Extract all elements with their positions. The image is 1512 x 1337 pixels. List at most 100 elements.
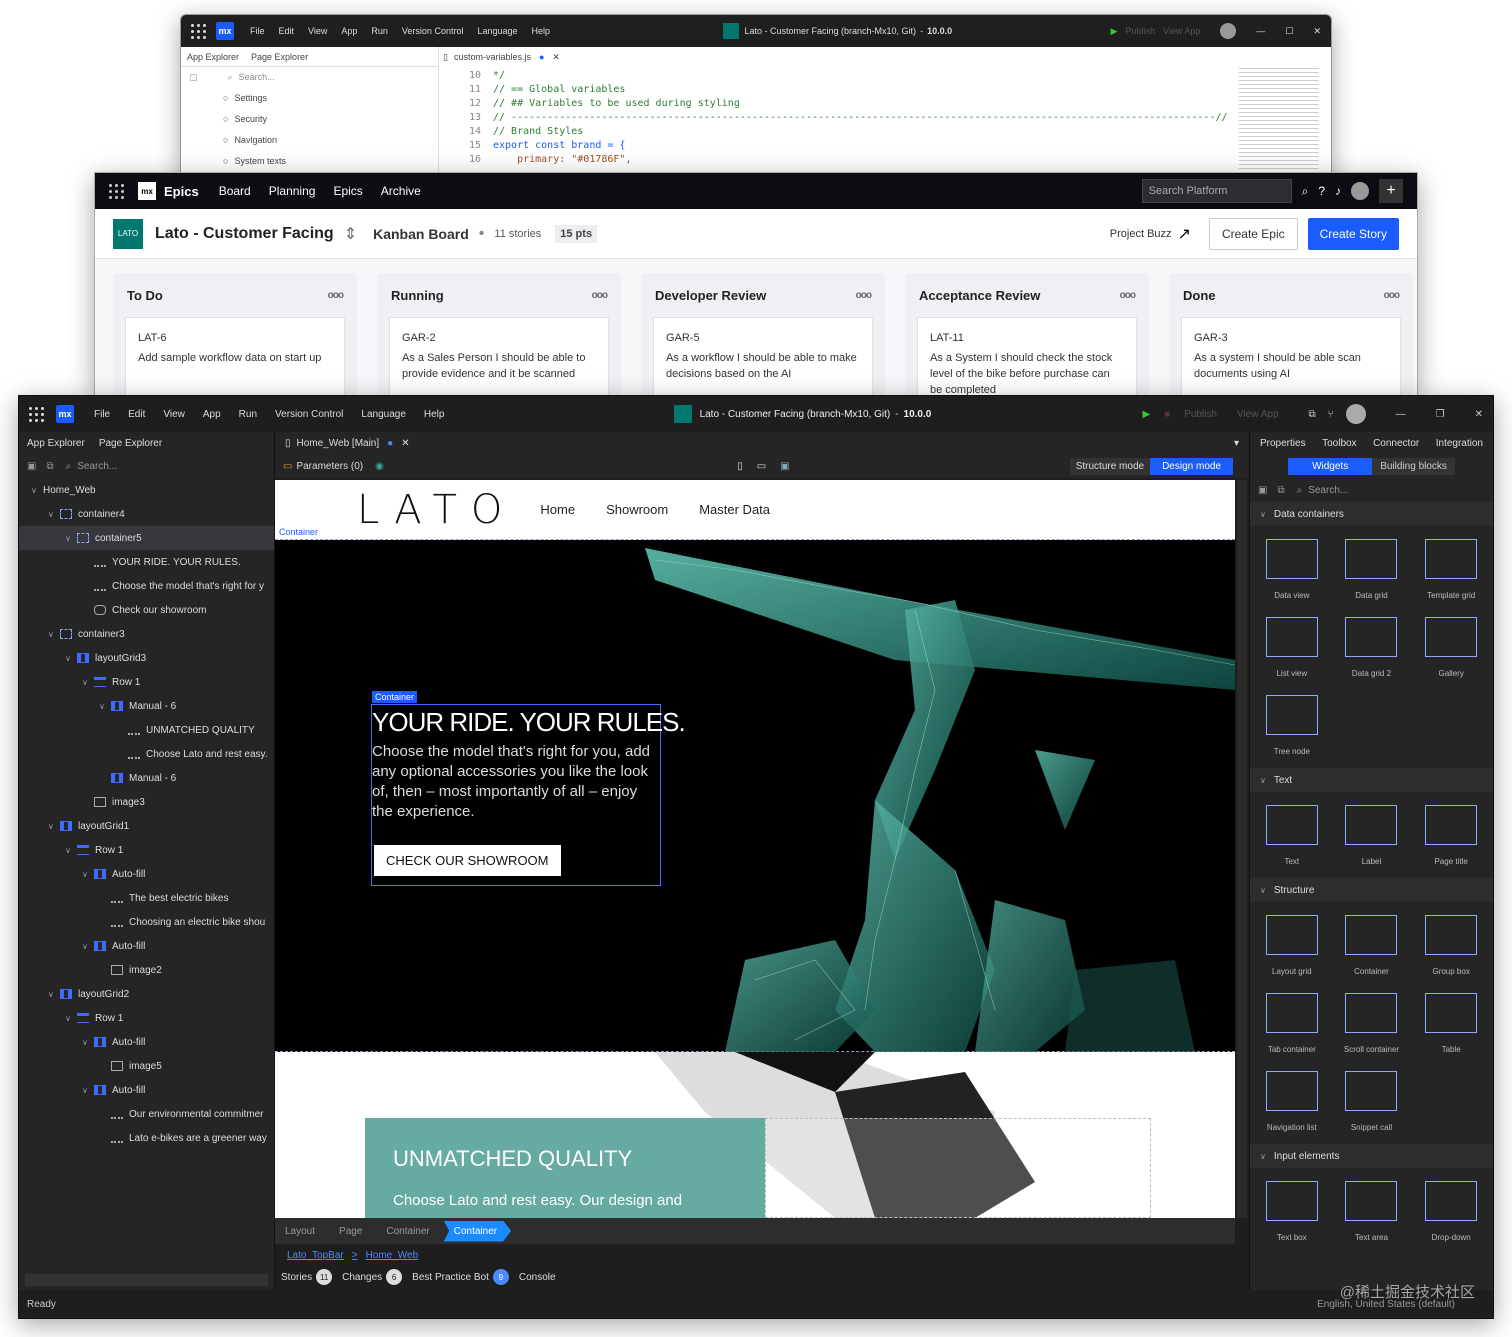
maximize-icon[interactable]: ☐	[1285, 26, 1293, 37]
path-item[interactable]: Lato_TopBar	[287, 1250, 344, 1261]
hero-section[interactable]: Container YOUR RIDE. YOUR RULES. Choose …	[275, 540, 1235, 1052]
subtab-widgets[interactable]: Widgets	[1288, 457, 1373, 475]
more-icon[interactable]: ooo	[592, 290, 608, 301]
widget-text[interactable]: Text	[1254, 798, 1330, 872]
subtab-building-blocks[interactable]: Building blocks	[1372, 457, 1455, 475]
tab-app-explorer[interactable]: App Explorer	[27, 438, 85, 449]
minimize-icon[interactable]: —	[1256, 26, 1265, 36]
desktop-preview-icon[interactable]: ▣	[780, 461, 789, 472]
chevron-down-icon[interactable]: ∨	[82, 870, 94, 879]
menu-language[interactable]: Language	[361, 409, 406, 420]
nav-archive[interactable]: Archive	[381, 184, 421, 198]
menu-file[interactable]: File	[94, 409, 110, 420]
app-grid-icon[interactable]	[29, 406, 44, 422]
crumb-page[interactable]: Page	[329, 1221, 376, 1242]
menu-help[interactable]: Help	[424, 409, 445, 420]
tree-item[interactable]: ○ System texts	[181, 150, 438, 171]
parameters-label[interactable]: Parameters (0)	[296, 461, 363, 472]
external-link-icon[interactable]: ↗	[1178, 224, 1191, 244]
avatar[interactable]	[1220, 23, 1237, 39]
widget-list-view[interactable]: List view	[1254, 610, 1330, 684]
file-tab[interactable]: ▯ custom-variables.js ● ✕	[443, 47, 560, 67]
minimap[interactable]	[1239, 65, 1319, 175]
tree-node[interactable]: ∨ Row 1	[19, 670, 274, 694]
chevron-down-icon[interactable]: ∨	[82, 1086, 94, 1095]
chevron-down-icon[interactable]: ∨	[48, 510, 60, 519]
chevron-down-icon[interactable]: ∨	[82, 942, 94, 951]
menu-version-control[interactable]: Version Control	[275, 409, 343, 420]
story-card[interactable]: LAT-6 Add sample workflow data on start u…	[125, 317, 345, 397]
vertical-scrollbar[interactable]	[1237, 480, 1247, 1218]
tree-node[interactable]: The best electric bikes	[19, 886, 274, 910]
section-header[interactable]: ∨ Structure	[1250, 878, 1493, 902]
branch-icon[interactable]: ⑂	[1328, 409, 1334, 420]
nav-board[interactable]: Board	[219, 184, 251, 198]
expand-all-icon[interactable]: ⧉	[46, 461, 53, 472]
tree-node[interactable]: ∨ Row 1	[19, 1006, 274, 1030]
tab-app-explorer[interactable]: App Explorer	[187, 52, 239, 62]
tree-item[interactable]: ○ Security	[181, 108, 438, 129]
menu-edit[interactable]: Edit	[128, 409, 145, 420]
tree-node[interactable]: ∨ layoutGrid2	[19, 982, 274, 1006]
project-buzz-link[interactable]: Project Buzz	[1110, 228, 1172, 240]
tree-node[interactable]: image3	[19, 790, 274, 814]
chevron-down-icon[interactable]: ∨	[48, 990, 60, 999]
check-showroom-button[interactable]: CHECK OUR SHOWROOM	[374, 845, 561, 876]
more-icon[interactable]: ooo	[856, 290, 872, 301]
sync-icon[interactable]: ⧉	[1309, 409, 1316, 420]
expand-all-icon[interactable]: ⧉	[1277, 485, 1284, 496]
widget-data-view[interactable]: Data view	[1254, 532, 1330, 606]
widget-template-grid[interactable]: Template grid	[1413, 532, 1489, 606]
hero-container[interactable]: Container YOUR RIDE. YOUR RULES. Choose …	[371, 691, 686, 886]
tree-node[interactable]: ∨ container3	[19, 622, 274, 646]
bottom-tab-stories[interactable]: Stories 11	[281, 1269, 342, 1285]
run-icon[interactable]: ▶	[1142, 409, 1150, 420]
chevron-down-icon[interactable]: ∨	[65, 534, 77, 543]
menu-help[interactable]: Help	[532, 26, 551, 36]
story-card[interactable]: GAR-3 As a system I should be able scan d…	[1181, 317, 1401, 397]
minimize-icon[interactable]: —	[1396, 409, 1406, 420]
tree-node[interactable]: image2	[19, 958, 274, 982]
menu-run[interactable]: Run	[239, 409, 257, 420]
view-app-button[interactable]: View App	[1237, 409, 1279, 420]
quality-section[interactable]: UNMATCHED QUALITY Choose Lato and rest e…	[275, 1052, 1235, 1218]
story-card[interactable]: LAT-11 As a System I should check the sto…	[917, 317, 1137, 397]
menu-view[interactable]: View	[308, 26, 327, 36]
tree-node[interactable]: Manual - 6	[19, 766, 274, 790]
path-item[interactable]: Home_Web	[366, 1250, 419, 1261]
search-input[interactable]: Search...	[239, 72, 275, 82]
widget-tree-node[interactable]: Tree node	[1254, 688, 1330, 762]
chevron-down-icon[interactable]: ∨	[48, 822, 60, 831]
menu-version-control[interactable]: Version Control	[402, 26, 464, 36]
visibility-icon[interactable]: ◉	[375, 461, 384, 472]
chevron-down-icon[interactable]: ∨	[31, 486, 43, 495]
horizontal-scrollbar[interactable]	[25, 1274, 268, 1286]
code-editor[interactable]: 10 */ 11 // == Global variables 12 // ## Vari…	[451, 69, 1321, 183]
close-icon[interactable]: ✕	[1475, 409, 1483, 420]
avatar[interactable]	[1345, 404, 1366, 424]
publish-button[interactable]: Publish	[1184, 409, 1217, 420]
close-icon[interactable]: ✕	[1313, 26, 1321, 37]
tree-node[interactable]: Lato e-bikes are a greener way	[19, 1126, 274, 1150]
tree-node[interactable]: Choose the model that's right for y	[19, 574, 274, 598]
phone-preview-icon[interactable]: ▯	[737, 461, 743, 472]
tree-node[interactable]: Our environmental commitmer	[19, 1102, 274, 1126]
view-app-button[interactable]: View App	[1163, 26, 1200, 36]
crumb-container[interactable]: Container	[443, 1220, 512, 1242]
widget-text-box[interactable]: Text box	[1254, 1174, 1330, 1248]
top-bar[interactable]: LATO Home Showroom Master Data Container	[275, 480, 1235, 540]
tree-node[interactable]: UNMATCHED QUALITY	[19, 718, 274, 742]
widget-snippet-call[interactable]: Snippet call	[1334, 1064, 1410, 1138]
tree-node[interactable]: ∨ container4	[19, 502, 274, 526]
bell-icon[interactable]: ♪	[1335, 184, 1341, 198]
tree-node[interactable]: ∨ container5	[19, 526, 274, 550]
toolbox-search-input[interactable]: Search...	[1308, 485, 1348, 496]
bottom-tab-changes[interactable]: Changes 6	[342, 1269, 412, 1285]
run-icon[interactable]: ▶	[1111, 26, 1118, 37]
menu-view[interactable]: View	[163, 409, 185, 420]
widget-gallery[interactable]: Gallery	[1413, 610, 1489, 684]
widget-data-grid-2[interactable]: Data grid 2	[1334, 610, 1410, 684]
tree-node[interactable]: ∨ Auto-fill	[19, 862, 274, 886]
close-tab-icon[interactable]: ✕	[401, 438, 409, 449]
add-icon[interactable]: +	[1379, 179, 1403, 203]
